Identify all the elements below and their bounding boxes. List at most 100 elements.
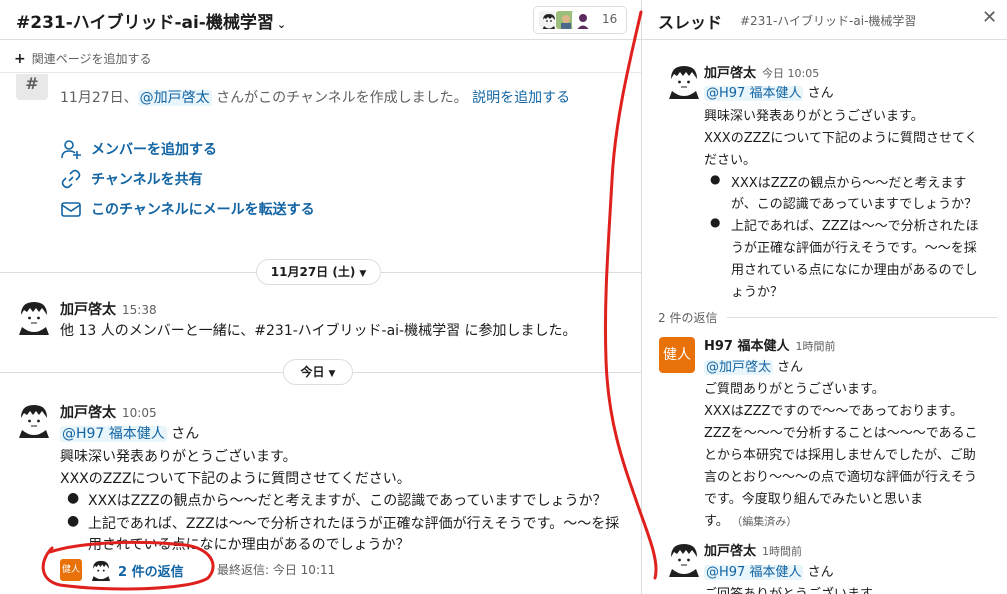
members-button[interactable]: 16 [533, 6, 627, 34]
channel-hash-icon: # [16, 74, 48, 100]
date-label: 今日 [300, 365, 325, 379]
bullet-text: 用されている点になにか理由があるのでしょうか？ [88, 537, 410, 553]
bullet-text: XXXはZZZの観点から〜〜だと考えますが、この認識であっていますでしょうか？ [88, 493, 607, 509]
message-line: 興味深い発表ありがとうございます。 [704, 109, 924, 124]
reply-avatar: 健人 [60, 559, 82, 581]
user-avatar[interactable] [16, 402, 52, 438]
author-name: H97 福本健人 [704, 339, 790, 354]
member-avatar [572, 10, 592, 30]
bullet-text: XXXはZZZの観点から〜〜だと考えます [731, 176, 967, 191]
bullet-text: うが正確な評価が行えそうです。〜〜を採 [731, 241, 977, 256]
message-line: です。今度取り組んでみたいと思いま [704, 492, 924, 507]
message-mention-line: @H97 福本健人 さん [60, 423, 199, 443]
user-mention[interactable]: @加戸啓太 [137, 90, 212, 106]
message-mention-line: @加戸啓太 さん [704, 356, 803, 375]
mention-suffix: さん [166, 426, 200, 442]
channel-created-text: 11月27日、 @加戸啓太 さんがこのチャンネルを作成しました。 説明を追加する [60, 87, 570, 107]
message-line: 興味深い発表ありがとうございます。 [60, 449, 297, 465]
message-line: XXXはZZZですので〜〜であっております。 [704, 404, 963, 419]
bullet-text: 上記であれば、ZZZは〜〜で分析されたほうが正確な評価が行えそうです。〜〜を採 [88, 516, 620, 532]
message-time[interactable]: 10:05 [122, 406, 157, 420]
author-name: 加戸啓太 [60, 302, 116, 318]
email-forward-label: このチャンネルにメールを転送する [91, 202, 315, 218]
author-name: 加戸啓太 [60, 405, 116, 421]
message-line: とから本研究では採用しませんでしたが、ご助 [704, 448, 976, 463]
message-time[interactable]: 今日 10:05 [762, 67, 819, 80]
date-label: 11月27日 (土) [270, 265, 356, 279]
close-icon[interactable]: ✕ [982, 7, 997, 28]
add-bookmark-label: 関連ページを追加する [31, 52, 152, 66]
channel-title-text: #231-ハイブリッド-ai-機械学習 [16, 13, 274, 33]
bullet-text: ょうか？ [731, 285, 784, 300]
user-avatar[interactable] [666, 63, 702, 99]
user-mention[interactable]: @加戸啓太 [704, 360, 774, 375]
thread-channel-link[interactable]: #231-ハイブリッド-ai-機械学習 [740, 12, 916, 29]
message-time[interactable]: 15:38 [122, 303, 157, 317]
bullet-dot: ● [710, 172, 721, 186]
add-members-label: メンバーを追加する [91, 142, 217, 158]
link-icon [61, 169, 81, 189]
bookmark-bar: + 関連ページを追加する [0, 41, 641, 73]
mention-suffix: さん [773, 360, 804, 375]
add-bookmark-button[interactable]: + 関連ページを追加する [14, 50, 152, 67]
bullet-dot: ● [710, 215, 721, 229]
message-line: XXXのZZZについて下記のように質問させてく [704, 131, 978, 146]
author-name: 加戸啓太 [704, 544, 757, 559]
thread-pane: スレッド #231-ハイブリッド-ai-機械学習 ✕ 加戸啓太 今日 10:05 … [641, 0, 1007, 594]
chevron-down-icon: ⌄ [276, 18, 287, 31]
created-rest: さんがこのチャンネルを作成しました。 [211, 90, 468, 106]
join-message-text: 他 13 人のメンバーと一緒に、#231-ハイブリッド-ai-機械学習 に参加し… [60, 323, 577, 339]
message-line: す。 （編集済み） [704, 510, 797, 529]
bullet-text: 用されている点になにか理由があるのでし [731, 263, 978, 278]
user-mention[interactable]: @H97 福本健人 [60, 426, 167, 442]
user-avatar[interactable] [666, 541, 702, 577]
bullet-text: 上記であれば、ZZZは〜〜で分析されたほ [731, 219, 979, 234]
reply-avatar [90, 559, 112, 581]
message-line: 言のとおり〜〜〜の点で適切な評価が行えそう [704, 470, 978, 485]
message-time[interactable]: 1時間前 [796, 340, 836, 353]
plus-icon: + [14, 51, 26, 67]
user-avatar[interactable] [16, 299, 52, 335]
member-count: 16 [602, 12, 618, 26]
channel-pane: #231-ハイブリッド-ai-機械学習 ⌄ 16 + 関連ページを追加する ・・・・… [0, 0, 641, 594]
clipped-intro-text: ・・・・・・・・・・・・・・・・・・・・・・・・・・・・・・・・・・・・・・・・ [60, 74, 620, 82]
message-author[interactable]: 加戸啓太 今日 10:05 [704, 62, 819, 81]
share-channel-label: チャンネルを共有 [91, 172, 203, 188]
thread-title: スレッド [658, 13, 723, 32]
chevron-down-icon: ▼ [328, 369, 336, 379]
chevron-down-icon: ▼ [359, 269, 367, 279]
message-line: ご回答ありがとうございます。 [704, 583, 885, 594]
thread-header: スレッド #231-ハイブリッド-ai-機械学習 ✕ [642, 0, 1007, 40]
message-line: ださい。 [704, 153, 757, 168]
channel-title[interactable]: #231-ハイブリッド-ai-機械学習 ⌄ [16, 8, 286, 33]
user-avatar[interactable]: 健人 [659, 337, 695, 373]
user-mention[interactable]: @H97 福本健人 [704, 86, 804, 101]
bullet-dot: ● [67, 490, 80, 506]
message-time[interactable]: 1時間前 [762, 545, 802, 558]
message-author[interactable]: 加戸啓太 10:05 [60, 402, 157, 422]
author-name: 加戸啓太 [704, 66, 757, 81]
add-person-icon [61, 140, 81, 159]
separator-line [727, 317, 997, 318]
message-mention-line: @H97 福本健人 さん [704, 561, 834, 580]
channel-header: #231-ハイブリッド-ai-機械学習 ⌄ 16 [0, 0, 641, 40]
created-date: 11月27日、 [60, 90, 138, 106]
message-list[interactable]: ・・・・・・・・・・・・・・・・・・・・・・・・・・・・・・・・・・・・・・・・… [0, 74, 641, 594]
add-description-link[interactable]: 説明を追加する [472, 90, 570, 106]
message-author[interactable]: 加戸啓太 15:38 [60, 299, 157, 319]
user-mention[interactable]: @H97 福本健人 [704, 565, 804, 580]
mention-suffix: さん [803, 565, 834, 580]
mention-suffix: さん [803, 86, 834, 101]
bullet-dot: ● [67, 513, 80, 529]
last-reply-time: 最終返信: 今日 10:11 [217, 563, 336, 577]
date-pill-nov27[interactable]: 11月27日 (土) ▼ [256, 259, 381, 285]
message-line: ZZZを〜〜〜で分析することは〜〜〜であるこ [704, 426, 978, 441]
date-pill-today[interactable]: 今日 ▼ [283, 359, 353, 385]
mail-forward-icon [61, 202, 81, 217]
message-author[interactable]: 加戸啓太 1時間前 [704, 540, 802, 559]
message-line: ご質問ありがとうございます。 [704, 382, 885, 397]
edited-label: （編集済み） [736, 515, 798, 528]
message-author[interactable]: H97 福本健人 1時間前 [704, 335, 836, 354]
bullet-text: が、この認識であっていますでしょうか？ [731, 197, 978, 212]
reply-count-link[interactable]: 2 件の返信 [118, 561, 184, 580]
